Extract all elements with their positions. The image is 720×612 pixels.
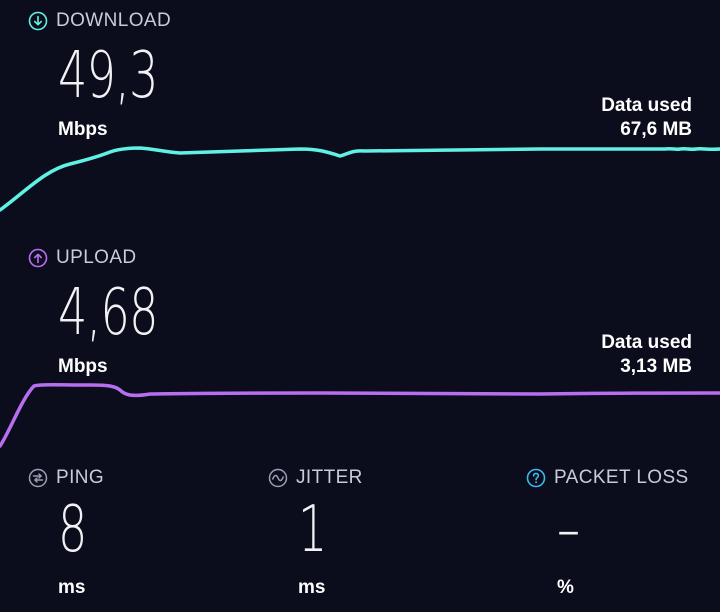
packet-loss-value: – — [557, 493, 581, 567]
packet-loss-header[interactable]: PACKET LOSS — [526, 467, 689, 489]
ping-unit: ms — [58, 577, 86, 598]
download-speed-line — [0, 146, 720, 212]
upload-speed-value: 4,68 — [58, 276, 158, 350]
jitter-unit: ms — [298, 577, 326, 598]
jitter-header: JITTER — [268, 467, 363, 489]
jitter-value: 1 — [298, 493, 328, 567]
download-speed-graph — [0, 146, 720, 212]
upload-header: UPLOAD — [28, 247, 137, 269]
question-circle-icon[interactable] — [526, 468, 546, 488]
packet-loss-label: PACKET LOSS — [554, 467, 689, 488]
download-data-used-label: Data used — [601, 95, 692, 116]
ping-value: 8 — [58, 493, 88, 567]
jitter-icon — [268, 468, 288, 488]
upload-data-used: Data used 3,13 MB — [601, 331, 692, 379]
upload-speed-graph — [0, 383, 720, 448]
arrow-down-circle-icon — [28, 11, 48, 31]
arrow-up-circle-icon — [28, 248, 48, 268]
upload-speed-line — [0, 383, 720, 448]
download-speed-value: 49,3 — [58, 39, 158, 113]
upload-label: UPLOAD — [56, 247, 137, 268]
upload-data-used-label: Data used — [601, 332, 692, 353]
download-data-used: Data used 67,6 MB — [601, 94, 692, 142]
download-data-used-value: 67,6 MB — [620, 119, 692, 140]
packet-loss-unit: % — [557, 577, 574, 598]
ping-icon — [28, 468, 48, 488]
download-label: DOWNLOAD — [56, 10, 172, 31]
upload-unit: Mbps — [58, 356, 108, 377]
download-unit: Mbps — [58, 119, 108, 140]
jitter-label: JITTER — [296, 467, 363, 488]
ping-header: PING — [28, 467, 104, 489]
ping-label: PING — [56, 467, 105, 488]
download-header: DOWNLOAD — [28, 10, 171, 32]
